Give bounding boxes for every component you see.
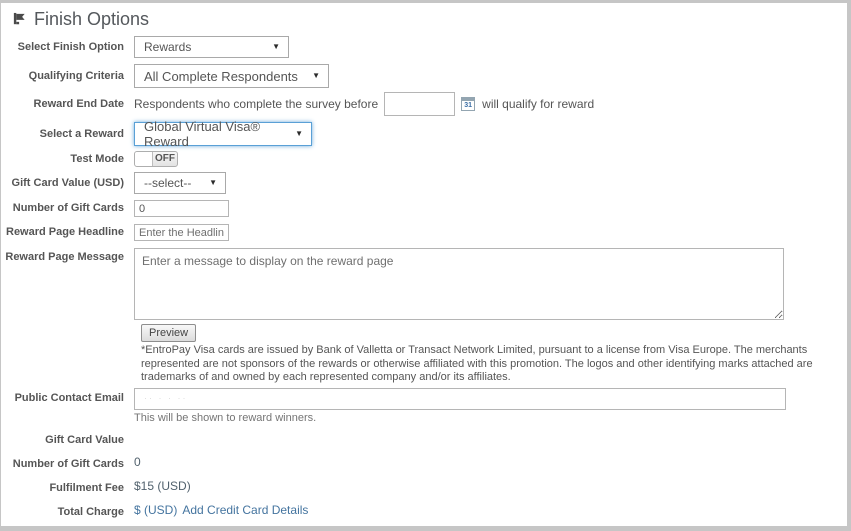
summary-number-of-gift-cards-label: Number of Gift Cards [1,455,134,471]
finish-option-select[interactable]: Rewards ▼ [134,36,289,58]
reward-end-date-prefix-text: Respondents who complete the survey befo… [134,97,378,111]
select-a-reward-row: Select a Reward Global Virtual Visa® Rew… [1,122,847,146]
preview-button[interactable]: Preview [141,324,196,342]
toggle-state-text: OFF [153,152,177,166]
reward-selected-value: Global Virtual Visa® Reward [144,119,287,149]
number-of-gift-cards-input[interactable] [134,200,229,217]
reward-end-date-suffix-text: will qualify for reward [482,97,594,111]
gift-card-value-selected: --select-- [144,176,191,190]
gift-card-value-label: Gift Card Value (USD) [1,177,134,190]
calendar-icon[interactable]: 31 [461,97,475,111]
reward-page-message-row: Reward Page Message [1,248,847,320]
summary-gift-card-value-row: Gift Card Value [1,431,847,447]
select-a-reward-label: Select a Reward [1,128,134,141]
select-finish-option-row: Select Finish Option Rewards ▼ [1,36,847,58]
select-finish-option-label: Select Finish Option [1,41,134,54]
public-contact-email-input[interactable] [134,388,786,410]
agree-text: I agree to the [164,527,239,531]
finish-option-selected-value: Rewards [144,40,191,54]
summary-number-of-gift-cards-row: Number of Gift Cards 0 [1,455,847,471]
terms-of-service-link[interactable]: Terms of Service [242,527,338,531]
test-mode-label: Test Mode [1,153,134,166]
qualifying-criteria-selected-value: All Complete Respondents [144,69,298,84]
summary-total-charge-value: $ (USD) [134,503,177,517]
calendar-icon-day: 31 [462,101,474,110]
charge-summary: Gift Card Value Number of Gift Cards 0 F… [1,431,847,519]
summary-gift-card-value-label: Gift Card Value [1,431,134,447]
number-of-gift-cards-row: Number of Gift Cards [1,200,847,217]
dropdown-arrow-icon: ▼ [312,72,320,80]
qualifying-criteria-row: Qualifying Criteria All Complete Respond… [1,64,847,88]
reward-end-date-input[interactable] [384,92,455,116]
reward-page-headline-input[interactable] [134,224,229,241]
page-title: Finish Options [34,9,149,29]
panel-header: Finish Options [1,3,847,29]
summary-fulfilment-fee-row: Fulfilment Fee $15 (USD) [1,479,847,495]
reward-end-date-label: Reward End Date [1,98,134,111]
number-of-gift-cards-label: Number of Gift Cards [1,202,134,215]
gift-card-value-select[interactable]: --select-- ▼ [134,172,226,194]
reward-page-headline-label: Reward Page Headline [1,226,134,239]
summary-fulfilment-fee-value: $15 (USD) [134,479,191,493]
entropay-disclaimer-text: *EntroPay Visa cards are issued by Bank … [141,344,847,385]
dropdown-arrow-icon: ▼ [272,43,280,51]
dropdown-arrow-icon: ▼ [295,130,303,138]
summary-total-charge-row: Total Charge $ (USD) Add Credit Card Deta… [1,503,847,519]
dropdown-arrow-icon: ▼ [209,179,217,187]
qualifying-criteria-label: Qualifying Criteria [1,70,134,83]
summary-fulfilment-fee-label: Fulfilment Fee [1,479,134,495]
reward-page-message-textarea[interactable] [134,248,784,320]
gift-card-value-row: Gift Card Value (USD) --select-- ▼ [1,172,847,194]
summary-number-of-gift-cards-value: 0 [134,455,141,469]
finish-options-panel: Finish Options Select Finish Option Rewa… [0,0,851,531]
test-mode-toggle[interactable]: OFF [134,151,178,167]
terms-checkbox[interactable] [144,527,157,531]
public-contact-email-label: Public Contact Email [1,392,134,405]
reward-page-headline-row: Reward Page Headline [1,224,847,241]
public-contact-email-row: Public Contact Email ·· · · ·· This will… [1,388,847,424]
qualifying-criteria-select[interactable]: All Complete Respondents ▼ [134,64,329,88]
preview-button-row: Preview [141,323,847,342]
add-credit-card-details-link[interactable]: Add Credit Card Details [182,503,308,517]
terms-agreement-row: I agree to the Terms of Service [144,527,847,531]
summary-total-charge-label: Total Charge [1,503,134,519]
reward-end-date-row: Reward End Date Respondents who complete… [1,92,847,116]
public-contact-email-help-text: This will be shown to reward winners. [134,412,786,424]
reward-page-message-label: Reward Page Message [1,251,134,264]
reward-select[interactable]: Global Virtual Visa® Reward ▼ [134,122,312,146]
finish-flag-icon [12,12,27,27]
toggle-knob [135,152,153,166]
test-mode-row: Test Mode OFF [1,151,847,167]
